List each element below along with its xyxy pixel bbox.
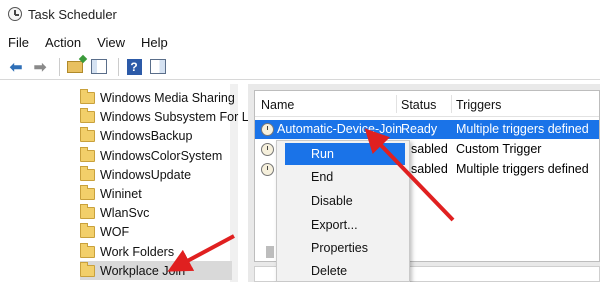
toolbar-separator — [59, 57, 60, 76]
folder-icon — [80, 88, 95, 104]
context-menu-delete[interactable]: Delete — [279, 260, 407, 282]
context-menu-end[interactable]: End — [279, 166, 407, 188]
task-triggers: Multiple triggers defined — [456, 162, 589, 176]
menu-help[interactable]: Help — [141, 35, 168, 50]
task-icon — [261, 143, 274, 156]
tree-item[interactable]: Wininet — [80, 184, 232, 203]
folder-icon — [80, 261, 95, 277]
folder-icon — [80, 126, 95, 142]
folder-icon — [80, 184, 95, 200]
folder-icon — [80, 146, 95, 162]
menu-action[interactable]: Action — [45, 35, 81, 50]
task-name: Automatic-Device-Join — [277, 122, 403, 136]
show-hide-console-tree-icon — [91, 59, 107, 74]
window-title: Task Scheduler — [28, 6, 117, 22]
task-icon — [261, 163, 274, 176]
tree-item[interactable]: WOF — [80, 222, 232, 241]
tree-item[interactable]: WindowsColorSystem — [80, 146, 232, 165]
tree-item-label: Windows Subsystem For Li — [100, 109, 252, 124]
tree-item-label: Work Folders — [100, 244, 175, 259]
column-divider[interactable] — [451, 95, 452, 113]
context-menu-export[interactable]: Export... — [279, 214, 407, 236]
task-triggers: Multiple triggers defined — [456, 122, 589, 136]
task-triggers: Custom Trigger — [456, 142, 542, 156]
task-status: sabled — [411, 142, 448, 156]
up-folder-icon — [67, 60, 83, 73]
tree-item[interactable]: WindowsBackup — [80, 126, 232, 145]
forward-arrow-icon[interactable]: ➡ — [30, 57, 50, 77]
task-list-header: Name Status Triggers — [255, 91, 599, 117]
title-bar: Task Scheduler — [0, 0, 600, 28]
context-menu-disable[interactable]: Disable — [279, 190, 407, 212]
folder-icon — [80, 222, 95, 238]
tree-item-label: WlanSvc — [100, 205, 150, 220]
folder-icon — [80, 107, 95, 123]
up-folder-button[interactable] — [65, 57, 85, 77]
menu-view[interactable]: View — [97, 35, 125, 50]
task-status: Ready — [401, 122, 438, 136]
context-menu: Run End Disable Export... Properties Del… — [276, 140, 410, 282]
folder-icon — [80, 242, 95, 258]
tree-item[interactable]: Windows Subsystem For Li — [80, 107, 251, 126]
toolbar: ⬅ ➡ ? — [0, 54, 600, 80]
show-hide-console-tree-button[interactable] — [89, 57, 109, 77]
help-button[interactable]: ? — [124, 57, 144, 77]
tree-item-workplace-join[interactable]: Workplace Join — [80, 261, 232, 280]
tree-item-label: WindowsBackup — [100, 128, 193, 143]
task-status: sabled — [411, 162, 448, 176]
folder-icon — [80, 165, 95, 181]
context-menu-properties[interactable]: Properties — [279, 237, 407, 259]
help-icon: ? — [126, 58, 142, 75]
menu-bar: File Action View Help — [0, 32, 184, 52]
menu-file[interactable]: File — [8, 35, 29, 50]
tree-item[interactable]: Work Folders — [80, 242, 232, 261]
task-list-scrollbar[interactable] — [266, 246, 274, 258]
folder-icon — [80, 203, 95, 219]
task-row-automatic-device-join[interactable]: Automatic-Device-Join Ready Multiple tri… — [255, 120, 599, 139]
back-arrow-icon[interactable]: ⬅ — [6, 57, 26, 77]
action-pane-button[interactable] — [148, 57, 168, 77]
tree-item-label: Wininet — [100, 186, 142, 201]
column-divider[interactable] — [396, 95, 397, 113]
column-header-status[interactable]: Status — [401, 98, 436, 112]
column-header-name[interactable]: Name — [261, 98, 294, 112]
action-pane-icon — [150, 59, 166, 74]
tree-item-label: Windows Media Sharing — [100, 90, 235, 105]
context-menu-run[interactable]: Run — [285, 143, 405, 165]
tree-item[interactable]: WindowsUpdate — [80, 165, 232, 184]
tree-item-label: WindowsUpdate — [100, 167, 192, 182]
task-icon — [261, 123, 274, 136]
tree-item[interactable]: WlanSvc — [80, 203, 232, 222]
toolbar-separator — [118, 57, 119, 76]
tree-item-label: WindowsColorSystem — [100, 148, 223, 163]
column-header-triggers[interactable]: Triggers — [456, 98, 501, 112]
task-scheduler-icon — [8, 7, 22, 21]
tree-item-label: WOF — [100, 224, 130, 239]
tree-item[interactable]: Windows Media Sharing — [80, 88, 235, 107]
tree-item-label: Workplace Join — [100, 263, 186, 278]
